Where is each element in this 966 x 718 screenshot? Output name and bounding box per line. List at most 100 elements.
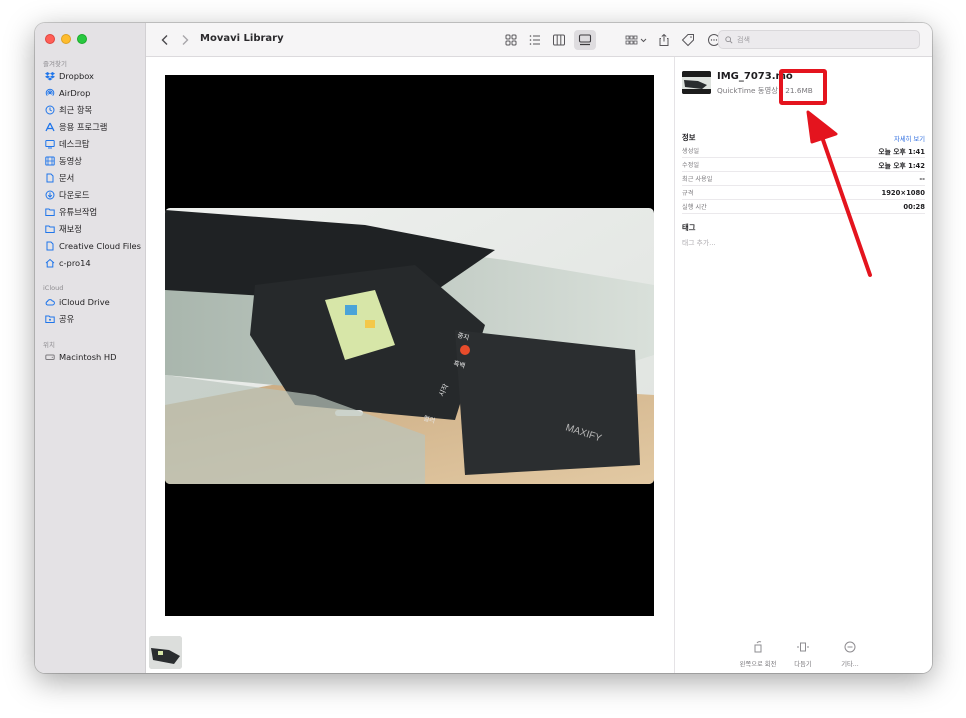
share-button[interactable] (656, 32, 672, 48)
creative-cloud-icon (45, 241, 55, 251)
view-list-button[interactable] (526, 32, 544, 48)
highlight-box (779, 69, 827, 105)
sidebar-item-recents[interactable]: 최근 항목 (45, 103, 92, 117)
sidebar-item-macintosh-hd[interactable]: Macintosh HD (45, 350, 117, 364)
sidebar-item-label: Creative Cloud Files (59, 241, 141, 251)
sidebar-item-applications[interactable]: 응용 프로그램 (45, 120, 107, 134)
sidebar-item-label: c-pro14 (59, 258, 91, 268)
show-more-link[interactable]: 자세히 보기 (894, 134, 925, 143)
film-icon (45, 156, 55, 166)
disk-icon (45, 352, 55, 362)
thumbnail-image (149, 636, 182, 669)
search-placeholder: 검색 (737, 35, 750, 44)
minimize-button[interactable] (61, 34, 71, 44)
cloud-icon (45, 297, 55, 307)
info-key: 수정일 (682, 162, 700, 169)
airdrop-icon (45, 88, 55, 98)
more-label: 기타... (841, 661, 859, 668)
dropbox-icon (45, 71, 55, 81)
finder-window: 즐겨찾기 Dropbox AirDrop 최근 항목 응용 프로그램 데스크탑 … (35, 23, 932, 673)
sidebar: 즐겨찾기 Dropbox AirDrop 최근 항목 응용 프로그램 데스크탑 … (35, 23, 146, 673)
file-thumbnail-image (682, 71, 711, 94)
close-button[interactable] (45, 34, 55, 44)
view-gallery-button[interactable] (574, 30, 596, 50)
toolbar: Movavi Library 검색 (146, 23, 932, 57)
forward-button[interactable] (178, 32, 192, 48)
sidebar-item-label: 공유 (59, 314, 75, 324)
sidebar-item-downloads[interactable]: 다운로드 (45, 188, 90, 202)
view-columns-button[interactable] (550, 32, 568, 48)
info-value: 1920×1080 (881, 188, 925, 197)
sidebar-item-home[interactable]: c-pro14 (45, 256, 91, 270)
shared-folder-icon (45, 314, 55, 324)
info-value: 00:28 (903, 202, 925, 211)
back-button[interactable] (158, 32, 172, 48)
sidebar-item-label: 동영상 (59, 156, 82, 166)
list-icon (529, 35, 540, 45)
trim-label: 다듬기 (794, 661, 812, 668)
info-key: 규격 (682, 190, 694, 197)
gallery-preview: MAXIFY 중지 흑백 시작 컬러 (146, 57, 674, 673)
sidebar-item-youtube-work[interactable]: 유튜브작업 (45, 205, 97, 219)
sidebar-item-creative-cloud[interactable]: Creative Cloud Files (45, 239, 141, 253)
group-icon (625, 35, 647, 45)
applications-icon (45, 122, 55, 132)
add-tag-field[interactable]: 태그 추가... (682, 237, 716, 247)
info-row-duration: 실행 시간 00:28 (682, 200, 925, 214)
grid-icon (505, 34, 517, 46)
trim-icon[interactable] (796, 640, 810, 654)
info-key: 실행 시간 (682, 204, 707, 211)
sidebar-item-label: 문서 (59, 173, 75, 183)
sidebar-item-label: Macintosh HD (59, 352, 117, 362)
sidebar-item-label: 유튜브작업 (59, 207, 98, 217)
sidebar-section-icloud: iCloud (43, 284, 64, 292)
sidebar-item-label: 데스크탑 (59, 139, 90, 149)
gallery-icon (578, 34, 592, 46)
sidebar-item-desktop[interactable]: 데스크탑 (45, 137, 90, 151)
tag-button[interactable] (680, 32, 696, 48)
more-icon[interactable] (843, 640, 857, 654)
info-value: -- (919, 174, 925, 183)
sidebar-item-dropbox[interactable]: Dropbox (45, 69, 94, 83)
search-icon (725, 35, 733, 44)
share-icon (659, 33, 669, 46)
video-preview[interactable]: MAXIFY 중지 흑백 시작 컬러 (165, 75, 654, 616)
chevron-left-icon (161, 35, 168, 45)
sidebar-item-label: 최근 항목 (59, 105, 93, 115)
rotate-left-label: 왼쪽으로 회전 (739, 661, 777, 668)
info-heading: 정보 (682, 133, 696, 142)
chevron-right-icon (182, 35, 189, 45)
sidebar-item-airdrop[interactable]: AirDrop (45, 86, 90, 100)
columns-icon (553, 34, 565, 46)
sidebar-item-label: 재보정 (59, 224, 82, 234)
window-controls (45, 34, 87, 44)
tags-heading: 태그 (682, 223, 696, 232)
info-value: 오늘 오후 1:42 (878, 161, 925, 170)
sidebar-item-documents[interactable]: 문서 (45, 171, 74, 185)
sidebar-item-icloud-drive[interactable]: iCloud Drive (45, 295, 110, 309)
desktop-icon (45, 139, 55, 149)
file-thumbnail (682, 71, 711, 94)
sidebar-item-recalibration[interactable]: 재보정 (45, 222, 82, 236)
folder-icon (45, 224, 55, 234)
download-icon (45, 190, 55, 200)
info-key: 생성일 (682, 148, 700, 155)
clock-icon (45, 105, 55, 115)
tag-icon (681, 34, 694, 47)
sidebar-item-label: 다운로드 (59, 190, 90, 200)
rotate-left-icon[interactable] (751, 640, 765, 654)
view-icons-button[interactable] (502, 32, 520, 48)
info-row-dimensions: 규격 1920×1080 (682, 186, 925, 200)
zoom-button[interactable] (77, 34, 87, 44)
window-title: Movavi Library (200, 33, 284, 44)
group-button[interactable] (624, 32, 650, 48)
sidebar-item-shared[interactable]: 공유 (45, 312, 74, 326)
sidebar-item-movies[interactable]: 동영상 (45, 154, 82, 168)
search-field[interactable]: 검색 (718, 30, 920, 49)
sidebar-item-label: 응용 프로그램 (59, 122, 108, 132)
info-row-modified: 수정일 오늘 오후 1:42 (682, 158, 925, 172)
sidebar-item-label: AirDrop (59, 88, 91, 98)
printer-image: MAXIFY 중지 흑백 시작 컬러 (165, 208, 654, 484)
inspector-panel: IMG_7073.mo QuickTime 동영상 - 21.6MB 정보 자세… (674, 57, 932, 673)
filmstrip-thumbnail[interactable] (149, 636, 182, 669)
